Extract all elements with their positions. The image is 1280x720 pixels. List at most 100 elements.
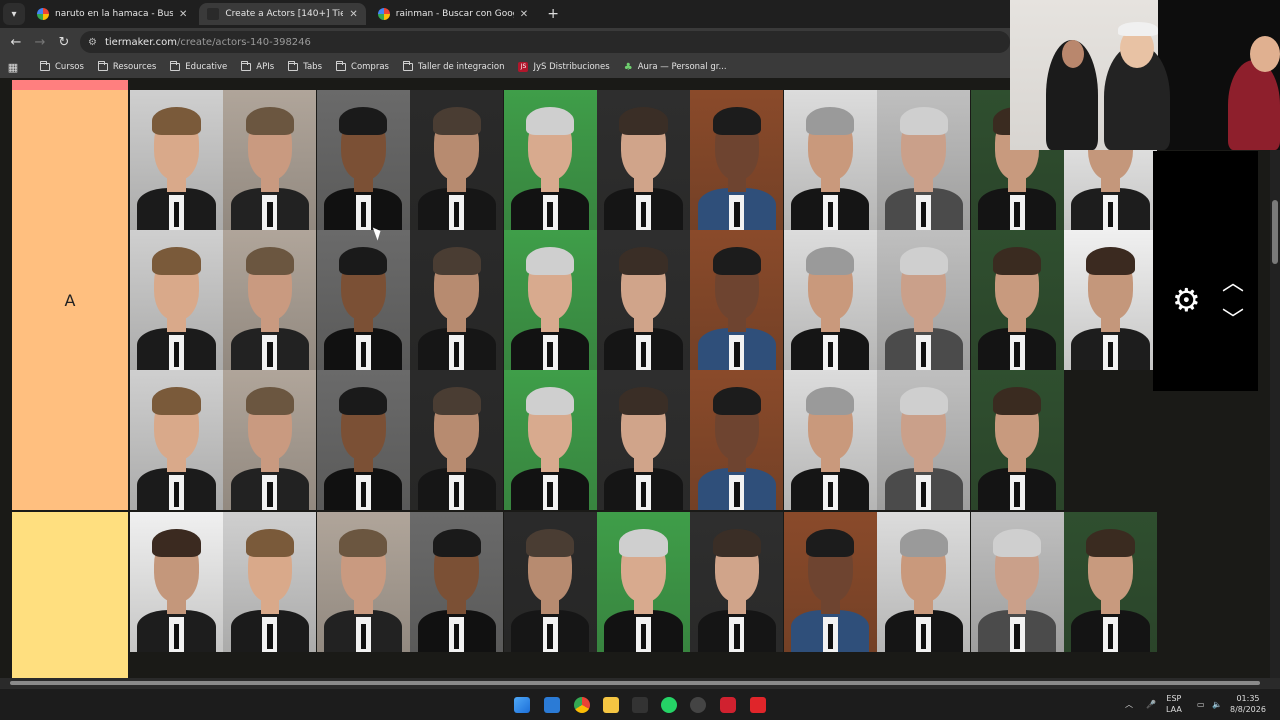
move-down-icon[interactable]: ﹀	[1222, 310, 1244, 332]
actor-tile[interactable]	[877, 512, 971, 652]
actor-tile[interactable]	[223, 370, 317, 510]
reload-button[interactable]: ↻	[52, 35, 76, 50]
actor-tile[interactable]	[503, 90, 597, 230]
folder-icon	[241, 61, 252, 71]
forward-button[interactable]: →	[28, 35, 52, 50]
actor-tile[interactable]	[410, 512, 504, 652]
actor-tile[interactable]	[970, 370, 1064, 510]
webcam-face	[1250, 36, 1280, 72]
actor-tile[interactable]	[1064, 230, 1157, 370]
actor-tile[interactable]	[223, 90, 317, 230]
url-path: /create/actors-140-398246	[176, 36, 311, 48]
actor-tile[interactable]	[970, 512, 1064, 652]
actor-tile[interactable]	[597, 230, 690, 370]
close-icon[interactable]: ✕	[179, 9, 187, 20]
actor-tile[interactable]	[410, 230, 504, 370]
actor-tile[interactable]	[130, 230, 223, 370]
close-icon[interactable]: ✕	[349, 9, 357, 20]
bookmark-apis[interactable]: APIs	[241, 61, 274, 72]
tab-1[interactable]: naruto en la hamaca - Buscar co ✕	[29, 3, 195, 25]
actor-tile[interactable]	[690, 90, 784, 230]
tab-search-button[interactable]: ▾	[3, 3, 25, 25]
actor-tile[interactable]	[410, 370, 504, 510]
folder-icon	[40, 61, 50, 71]
gear-icon[interactable]: ⚙	[1172, 283, 1201, 317]
new-tab-button[interactable]: +	[544, 6, 562, 22]
folder-icon	[288, 61, 299, 71]
actor-tile[interactable]	[130, 90, 223, 230]
actor-tile[interactable]	[223, 230, 317, 370]
network-icon[interactable]: ▭	[1197, 699, 1205, 710]
horizontal-scrollbar[interactable]	[0, 678, 1280, 688]
tray-expand-icon[interactable]: ︿	[1125, 699, 1133, 710]
tab-3[interactable]: rainman - Buscar con Google ✕	[370, 3, 536, 25]
clock[interactable]: 01:35 8/8/2026	[1230, 693, 1266, 715]
actor-tile[interactable]	[690, 370, 784, 510]
actor-tile[interactable]	[877, 90, 971, 230]
bookmark-educative[interactable]: Educative	[170, 61, 227, 72]
jys-icon: JS	[518, 62, 529, 72]
actor-tile[interactable]	[783, 512, 877, 652]
bookmark-label: JyS Distribuciones	[533, 62, 610, 72]
actor-tile[interactable]	[410, 90, 504, 230]
bookmark-compras[interactable]: Compras	[336, 61, 389, 72]
actor-tile[interactable]	[503, 230, 597, 370]
actor-tile[interactable]	[130, 370, 223, 510]
folder-icon	[97, 61, 108, 71]
actor-tile[interactable]	[130, 512, 223, 652]
tab-2[interactable]: Create a Actors [140+] Tier List ✕	[199, 3, 366, 25]
app-icon[interactable]	[632, 697, 648, 713]
language-indicator[interactable]: ESP LAA	[1166, 693, 1182, 715]
folder-icon	[336, 61, 347, 71]
google-icon	[377, 8, 390, 20]
address-bar[interactable]: ⚙ tiermaker.com/create/actors-140-398246	[80, 31, 1010, 53]
outlook-icon[interactable]	[544, 697, 560, 713]
actor-tile[interactable]	[690, 512, 784, 652]
scroll-thumb[interactable]	[10, 681, 1260, 685]
bookmark-cursos[interactable]: Cursos	[40, 61, 84, 72]
actor-tile[interactable]	[783, 370, 877, 510]
actor-tile[interactable]	[597, 90, 690, 230]
bookmark-aura[interactable]: ♣ Aura — Personal gr...	[624, 62, 727, 73]
apps-grid-icon[interactable]: ▦	[0, 61, 26, 74]
actor-tile[interactable]	[783, 230, 877, 370]
actor-tile[interactable]	[597, 512, 690, 652]
start-icon[interactable]	[514, 697, 530, 713]
move-up-icon[interactable]: ︿	[1222, 273, 1244, 295]
actor-tile[interactable]	[783, 90, 877, 230]
actor-tile[interactable]	[223, 512, 317, 652]
volume-icon[interactable]: 🔈	[1212, 699, 1222, 710]
bookmark-resources[interactable]: Resources	[97, 61, 156, 72]
actor-tile[interactable]	[1064, 512, 1157, 652]
actor-tile[interactable]	[503, 370, 597, 510]
url-text[interactable]: tiermaker.com/create/actors-140-398246	[105, 37, 311, 48]
actor-tile[interactable]	[316, 512, 410, 652]
actor-tile[interactable]	[503, 512, 597, 652]
file-explorer-icon[interactable]	[603, 697, 619, 713]
bookmark-jys[interactable]: JS JyS Distribuciones	[518, 62, 610, 72]
back-button[interactable]: ←	[4, 35, 28, 50]
app-icon[interactable]	[690, 697, 706, 713]
tier-label[interactable]: A	[12, 90, 128, 510]
site-info-icon[interactable]: ⚙	[88, 37, 97, 48]
actor-tile[interactable]	[316, 90, 410, 230]
actor-tile[interactable]	[316, 230, 410, 370]
microphone-icon[interactable]: 🎤	[1146, 699, 1156, 710]
actor-tile[interactable]	[970, 230, 1064, 370]
actor-tile[interactable]	[316, 370, 410, 510]
actor-tile[interactable]	[690, 230, 784, 370]
whatsapp-icon[interactable]	[661, 697, 677, 713]
actor-tile[interactable]	[877, 230, 971, 370]
app-icon[interactable]	[750, 697, 766, 713]
bookmark-taller[interactable]: Taller de integracion	[402, 61, 504, 72]
actor-tile[interactable]	[877, 370, 971, 510]
scroll-thumb[interactable]	[1272, 200, 1278, 264]
vertical-scrollbar[interactable]	[1270, 80, 1280, 680]
app-icon[interactable]	[720, 697, 736, 713]
close-icon[interactable]: ✕	[520, 9, 528, 20]
bookmark-tabs[interactable]: Tabs	[288, 61, 322, 72]
aura-icon: ♣	[623, 61, 633, 73]
actor-tile[interactable]	[597, 370, 690, 510]
tier-label[interactable]	[12, 512, 128, 678]
chrome-icon[interactable]	[574, 697, 590, 713]
